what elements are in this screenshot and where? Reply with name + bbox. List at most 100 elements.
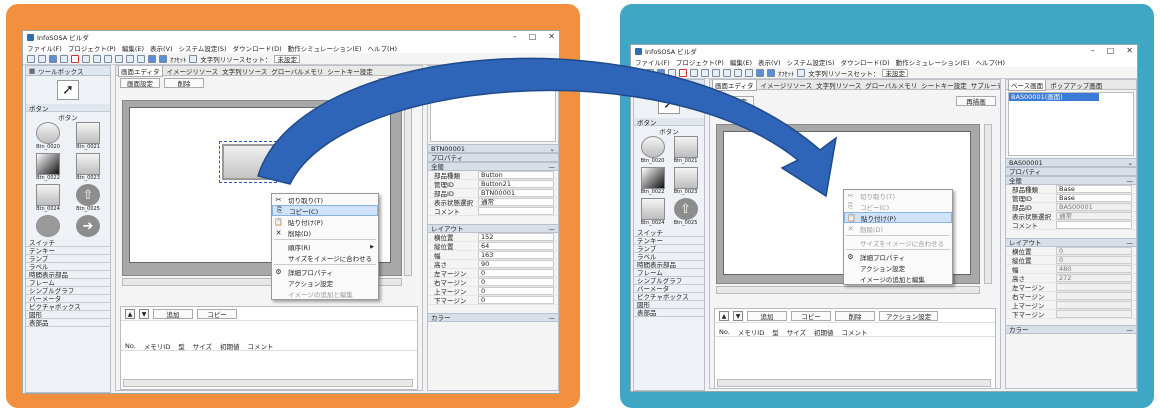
category-shape[interactable]: 図形 — [26, 311, 110, 319]
save-icon[interactable] — [49, 54, 57, 63]
toolbox-item[interactable]: Btn_0020 — [30, 122, 66, 151]
table-hscroll[interactable] — [123, 379, 413, 387]
category-tenkey[interactable]: テンキー — [634, 237, 704, 245]
maximize-button[interactable]: □ — [1107, 46, 1115, 55]
layout-icon[interactable] — [189, 54, 198, 63]
copy-button[interactable]: コピー — [197, 308, 237, 319]
screen-list-item[interactable]: BAS00001(画面) — [431, 79, 521, 87]
category-picture[interactable]: ピクチャボックス — [26, 303, 110, 311]
toolbox-category[interactable]: ボタン — [26, 104, 110, 113]
category-graph[interactable]: シンプルグラフ — [634, 277, 704, 285]
category-switch[interactable]: スイッチ — [26, 239, 110, 247]
tab-sheet-key[interactable]: シートキー設定 — [327, 66, 373, 76]
delete-button[interactable]: 削除 — [835, 310, 875, 321]
category-barmeter[interactable]: バーメータ — [634, 285, 704, 293]
menu-project[interactable]: プロジェクト(P) — [68, 43, 116, 53]
toolbox-item[interactable]: Btn_0023 — [671, 167, 700, 196]
context-menu-item[interactable]: ⚙ 詳細プロパティ — [272, 266, 378, 277]
category-table[interactable]: 表部品 — [634, 309, 704, 317]
toolbox-item[interactable]: Btn_0022 — [638, 167, 667, 196]
menu-view[interactable]: 表示(V) — [758, 57, 781, 67]
action-settings-button[interactable]: アクション設定 — [879, 310, 939, 321]
snap-icon[interactable] — [159, 54, 167, 63]
move-down-icon[interactable]: ▼ — [139, 308, 149, 319]
tab-popup-screen[interactable]: ポップアップ画面 — [1050, 80, 1102, 90]
toolbox-item[interactable]: Btn_0022 — [30, 153, 66, 182]
toolbox-item[interactable]: ➜ — [70, 215, 106, 237]
close-project-icon[interactable] — [679, 68, 687, 77]
context-menu-item[interactable]: イメージの追加と編集 — [844, 273, 952, 284]
tab-screen-editor[interactable]: 画面エディタ — [712, 80, 757, 91]
category-frame[interactable]: フレーム — [26, 279, 110, 287]
context-menu-item[interactable]: 📋 貼り付け(P) — [272, 216, 378, 227]
tab-string-resource[interactable]: 文字列リソース — [222, 66, 267, 76]
redo-icon[interactable] — [745, 68, 753, 77]
category-switch[interactable]: スイッチ — [634, 229, 704, 237]
redo-icon[interactable] — [137, 54, 145, 63]
menu-project[interactable]: プロジェクト(P) — [676, 57, 724, 67]
context-menu-item[interactable]: 📋 貼り付け(P) — [844, 212, 952, 223]
move-up-icon[interactable]: ▲ — [719, 310, 729, 321]
category-time[interactable]: 時間表示部品 — [634, 261, 704, 269]
tab-popup-screen[interactable]: ポップアップ画面 — [472, 66, 524, 76]
tab-base-screen[interactable]: ベース画面 — [1008, 80, 1047, 91]
category-lamp[interactable]: ランプ — [634, 245, 704, 253]
menu-file[interactable]: ファイル(F) — [27, 43, 62, 53]
tab-global-memory[interactable]: グローバルメモリ — [271, 66, 323, 76]
snap-icon[interactable] — [767, 68, 775, 77]
cut-icon[interactable] — [701, 68, 709, 77]
pointer-tool-icon[interactable]: ➚ — [57, 80, 79, 100]
undo-icon[interactable] — [126, 54, 134, 63]
minimize-button[interactable]: – — [1091, 46, 1095, 55]
screen-settings-button[interactable]: 画面設定 — [714, 96, 754, 106]
tab-screen-editor[interactable]: 画面エディタ — [118, 66, 163, 77]
copy-icon[interactable] — [104, 54, 112, 63]
undo-icon[interactable] — [734, 68, 742, 77]
open-icon[interactable] — [646, 68, 654, 77]
pointer-tool-icon[interactable]: ➚ — [658, 94, 680, 114]
category-picture[interactable]: ピクチャボックス — [634, 293, 704, 301]
canvas-hscroll[interactable] — [716, 286, 980, 294]
text-resource-select[interactable]: 未設定 — [274, 54, 300, 64]
toolbox-item[interactable]: ⇧ Btn_0025 — [70, 184, 106, 213]
cut-icon[interactable] — [93, 54, 101, 63]
settings-icon[interactable] — [690, 68, 698, 77]
redraw-button[interactable]: 再描画 — [956, 96, 996, 106]
context-menu-item[interactable]: ⎘ コピー(C) — [272, 205, 378, 216]
new-icon[interactable] — [635, 68, 643, 77]
toolbox-item[interactable]: Btn_0024 — [30, 184, 66, 213]
context-menu-item[interactable]: アクション設定 — [272, 277, 378, 288]
add-button[interactable]: 追加 — [747, 310, 787, 321]
tab-image-resource[interactable]: イメージリソース — [167, 66, 219, 76]
toolbox-item[interactable]: Btn_0020 — [638, 136, 667, 165]
menu-edit[interactable]: 編集(E) — [122, 43, 144, 53]
tab-subroutine[interactable]: サブルーチン — [971, 80, 1000, 90]
menu-download[interactable]: ダウンロード(D) — [841, 57, 890, 67]
copy-button[interactable]: コピー — [791, 310, 831, 321]
open-icon[interactable] — [38, 54, 46, 63]
table-hscroll[interactable] — [717, 379, 991, 387]
save-as-icon[interactable] — [60, 54, 68, 63]
selected-button[interactable] — [219, 141, 277, 183]
delete-screen-button[interactable]: 削除 — [164, 78, 204, 88]
context-menu-item[interactable]: ⚙ 詳細プロパティ — [844, 251, 952, 262]
category-table[interactable]: 表部品 — [26, 319, 110, 327]
category-barmeter[interactable]: バーメータ — [26, 295, 110, 303]
menu-edit[interactable]: 編集(E) — [730, 57, 752, 67]
screen-list-item[interactable]: BAS00001(画面) — [1009, 93, 1099, 101]
move-up-icon[interactable]: ▲ — [125, 308, 135, 319]
minimize-button[interactable]: – — [513, 32, 517, 41]
add-button[interactable]: 追加 — [153, 308, 193, 319]
canvas-vscroll[interactable] — [984, 124, 992, 284]
toolbox-category[interactable]: ボタン — [634, 118, 704, 127]
layout-icon[interactable] — [797, 68, 806, 77]
menu-simulation[interactable]: 動作シミュレーション(E) — [288, 43, 362, 53]
text-resource-select[interactable]: 未設定 — [882, 68, 908, 78]
tab-base-screen[interactable]: ベース画面 — [430, 66, 469, 77]
move-down-icon[interactable]: ▼ — [733, 310, 743, 321]
settings-icon[interactable] — [82, 54, 90, 63]
maximize-button[interactable]: □ — [529, 32, 537, 41]
paste-icon[interactable] — [723, 68, 731, 77]
toolbox-item[interactable]: Btn_0024 — [638, 198, 667, 227]
collapse-icon[interactable]: ⌄ — [1128, 159, 1133, 167]
